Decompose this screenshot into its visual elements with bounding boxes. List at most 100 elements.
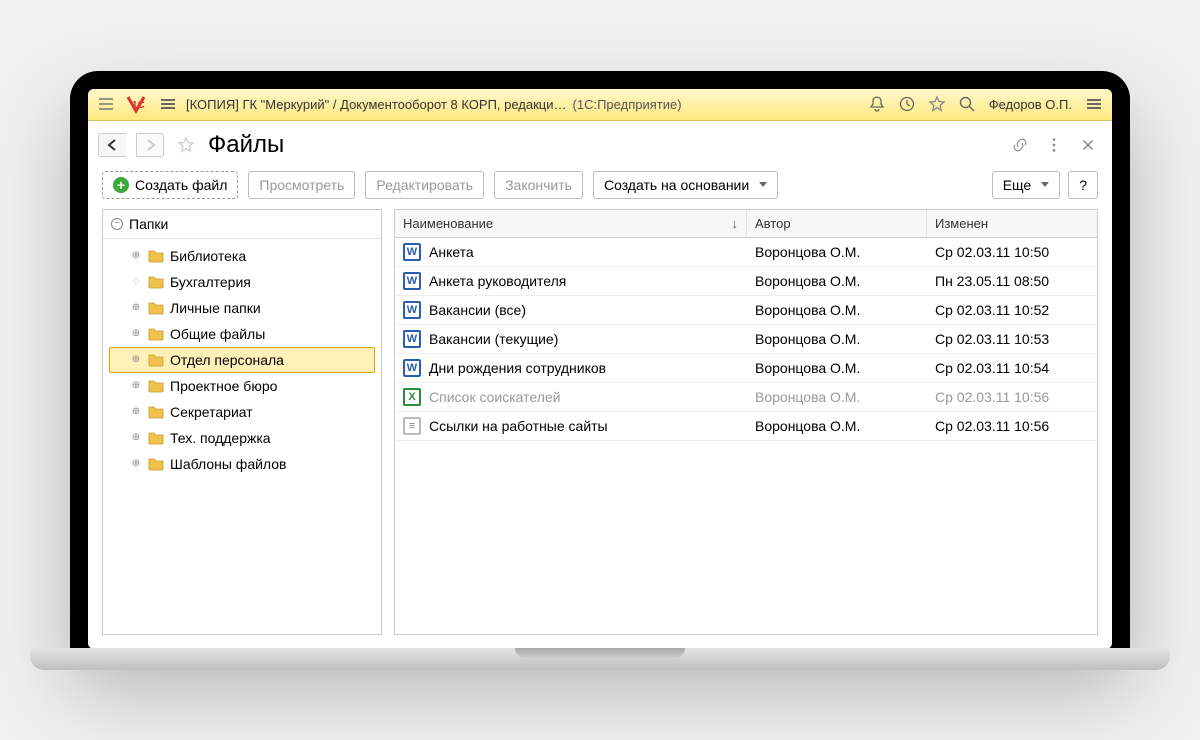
cell-modified: Пн 23.05.11 08:50 — [927, 268, 1097, 294]
word-file-icon: W — [403, 301, 421, 319]
cell-author: Воронцова О.М. — [747, 413, 927, 439]
tree-item[interactable]: ⊕ Проектное бюро — [109, 373, 375, 399]
expand-icon[interactable]: ⊕ — [130, 432, 142, 444]
file-grid: Наименование ↓ Автор Изменен WАнкетаВоро… — [394, 209, 1098, 635]
sort-down-icon: ↓ — [732, 216, 739, 231]
tree-item[interactable]: ⊕ Шаблоны файлов — [109, 451, 375, 477]
tree-item-label: Проектное бюро — [170, 378, 277, 394]
grid-row[interactable]: XСписок соискателейВоронцова О.М.Ср 02.0… — [395, 383, 1097, 412]
folder-icon — [148, 301, 164, 315]
tree-item-label: Отдел персонала — [170, 352, 284, 368]
tree-item-label: Шаблоны файлов — [170, 456, 286, 472]
tree-item[interactable]: ◌Бухгалтерия — [109, 269, 375, 295]
search-icon[interactable] — [955, 92, 979, 116]
cell-name: ≡Ссылки на работные сайты — [395, 412, 747, 440]
create-file-button[interactable]: + Создать файл — [102, 171, 238, 199]
edit-button[interactable]: Редактировать — [365, 171, 484, 199]
cell-modified: Ср 02.03.11 10:56 — [927, 384, 1097, 410]
page-title: Файлы — [208, 131, 284, 159]
grid-row[interactable]: ≡Ссылки на работные сайтыВоронцова О.М.С… — [395, 412, 1097, 441]
cell-name: WВакансии (текущие) — [395, 325, 747, 353]
loading-icon: ◌ — [130, 276, 142, 288]
folder-tree: − Папки ⊕ Библиотека ◌Бухгалтерия⊕Личные п… — [102, 209, 382, 635]
tree-root-label: Папки — [129, 216, 168, 232]
expand-icon[interactable]: ⊕ — [130, 250, 142, 262]
folder-icon — [148, 249, 164, 263]
tree-item[interactable]: ⊕Тех. поддержка — [109, 425, 375, 451]
cell-name: WДни рождения сотрудников — [395, 354, 747, 382]
folder-icon — [148, 405, 164, 419]
grid-row[interactable]: WВакансии (текущие)Воронцова О.М.Ср 02.0… — [395, 325, 1097, 354]
cell-author: Воронцова О.М. — [747, 297, 927, 323]
cell-author: Воронцова О.М. — [747, 355, 927, 381]
grid-row[interactable]: WАнкетаВоронцова О.М.Ср 02.03.11 10:50 — [395, 238, 1097, 267]
nav-forward-button[interactable] — [136, 133, 164, 157]
folder-icon — [148, 431, 164, 445]
word-file-icon: W — [403, 243, 421, 261]
star-icon[interactable] — [925, 92, 949, 116]
column-name[interactable]: Наименование ↓ — [395, 210, 747, 237]
tree-item-label: Общие файлы — [170, 326, 265, 342]
grid-row[interactable]: WДни рождения сотрудниковВоронцова О.М.С… — [395, 354, 1097, 383]
title-bar: 1C [КОПИЯ] ГК "Меркурий" / Документообор… — [88, 89, 1112, 121]
cell-modified: Ср 02.03.11 10:52 — [927, 297, 1097, 323]
history-icon[interactable] — [895, 92, 919, 116]
expand-icon[interactable]: ⊕ — [130, 406, 142, 418]
user-name[interactable]: Федоров О.П. — [985, 97, 1076, 112]
app-logo-icon: 1C — [124, 93, 150, 115]
column-author[interactable]: Автор — [747, 210, 927, 237]
toolbar: + Создать файл Просмотреть Редактировать… — [88, 167, 1112, 209]
more-vertical-icon[interactable] — [1044, 135, 1064, 155]
grid-row[interactable]: WВакансии (все)Воронцова О.М.Ср 02.03.11… — [395, 296, 1097, 325]
tree-item[interactable]: ⊕Секретариат — [109, 399, 375, 425]
tree-item[interactable]: ⊕ Общие файлы — [109, 321, 375, 347]
word-file-icon: W — [403, 359, 421, 377]
subsystem-label: (1С:Предприятие) — [573, 97, 682, 112]
tree-root[interactable]: − Папки — [103, 210, 381, 239]
finish-button[interactable]: Закончить — [494, 171, 583, 199]
svg-text:1C: 1C — [132, 100, 145, 111]
burger-icon[interactable] — [156, 92, 180, 116]
word-file-icon: W — [403, 330, 421, 348]
expand-icon[interactable]: ⊕ — [130, 458, 142, 470]
expand-icon[interactable]: ⊕ — [130, 380, 142, 392]
close-icon[interactable] — [1078, 135, 1098, 155]
cell-name: XСписок соискателей — [395, 383, 747, 411]
collapse-icon[interactable]: − — [111, 218, 123, 230]
cell-author: Воронцова О.М. — [747, 239, 927, 265]
menu-icon[interactable] — [94, 92, 118, 116]
expand-icon[interactable]: ⊕ — [130, 328, 142, 340]
tree-item[interactable]: ⊕ Отдел персонала — [109, 347, 375, 373]
grid-header: Наименование ↓ Автор Изменен — [395, 210, 1097, 238]
bell-icon[interactable] — [865, 92, 889, 116]
folder-icon — [148, 379, 164, 393]
nav-back-button[interactable] — [98, 133, 126, 157]
view-button[interactable]: Просмотреть — [248, 171, 355, 199]
cell-modified: Ср 02.03.11 10:50 — [927, 239, 1097, 265]
link-icon[interactable] — [1010, 135, 1030, 155]
folder-icon — [148, 275, 164, 289]
folder-icon — [148, 353, 164, 367]
tree-item[interactable]: ⊕Личные папки — [109, 295, 375, 321]
more-button[interactable]: Еще — [992, 171, 1061, 199]
page-header: Файлы — [88, 121, 1112, 167]
tree-item[interactable]: ⊕ Библиотека — [109, 243, 375, 269]
favorite-icon[interactable] — [174, 133, 198, 157]
expand-icon[interactable]: ⊕ — [130, 302, 142, 314]
create-from-button[interactable]: Создать на основании — [593, 171, 778, 199]
grid-row[interactable]: WАнкета руководителяВоронцова О.М.Пн 23.… — [395, 267, 1097, 296]
user-menu-icon[interactable] — [1082, 92, 1106, 116]
expand-icon[interactable]: ⊕ — [130, 354, 142, 366]
cell-name: WВакансии (все) — [395, 296, 747, 324]
cell-modified: Ср 02.03.11 10:56 — [927, 413, 1097, 439]
tree-item-label: Библиотека — [170, 248, 246, 264]
cell-name: WАнкета — [395, 238, 747, 266]
cell-modified: Ср 02.03.11 10:54 — [927, 355, 1097, 381]
cell-modified: Ср 02.03.11 10:53 — [927, 326, 1097, 352]
excel-file-icon: X — [403, 388, 421, 406]
cell-author: Воронцова О.М. — [747, 384, 927, 410]
column-modified[interactable]: Изменен — [927, 210, 1097, 237]
cell-author: Воронцова О.М. — [747, 326, 927, 352]
help-button[interactable]: ? — [1068, 171, 1098, 199]
cell-author: Воронцова О.М. — [747, 268, 927, 294]
